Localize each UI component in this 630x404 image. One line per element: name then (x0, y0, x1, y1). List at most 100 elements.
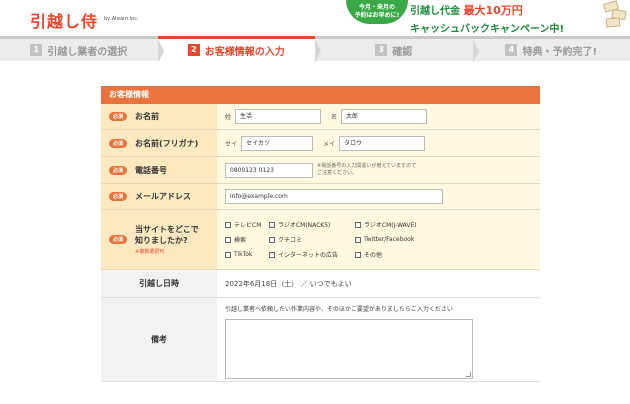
multi-select-note: ※複数選択可 (135, 249, 165, 255)
checkbox-box[interactable] (225, 251, 231, 258)
cash-bills-icon (602, 0, 630, 30)
row-field: 0800123 0123 ※電話番号の入力間違いが増えていますので ご注意くださ… (217, 157, 540, 183)
row-field: セイ セイカツ メイ タロウ (217, 130, 540, 156)
row-source: 必須 当サイトをどこで 知りましたか? ※複数選択可 テレビCM ラジオCM(N… (101, 210, 540, 270)
checkbox-box[interactable] (269, 236, 275, 243)
step-label: お客様情報の入力 (204, 46, 285, 58)
email-input[interactable]: info@example.com (225, 189, 443, 204)
required-badge: 必須 (109, 165, 128, 175)
step-number: 3 (375, 44, 388, 56)
label-source-line1: 当サイトをどこで (135, 225, 199, 234)
checkbox-radio-nack5[interactable]: ラジオCM(NACK5) (269, 220, 355, 229)
checkbox-search[interactable]: 検索 (225, 235, 269, 244)
checkbox-box[interactable] (269, 221, 275, 228)
label-kana: お名前(フリガナ) (135, 138, 199, 148)
phone-note-line1: ※電話番号の入力間違いが増えていますので (317, 163, 416, 169)
required-badge: 必須 (109, 112, 128, 121)
promo-line1-a: 引越し代金 (410, 6, 460, 17)
checkbox-tiktok[interactable]: TikTok (225, 250, 269, 259)
promo-line1-b: 最大10万円 (463, 4, 523, 17)
checkbox-twitter-facebook[interactable]: Twitter/Facebook (355, 235, 445, 244)
resize-grip-icon[interactable] (466, 372, 471, 377)
logo-subtitle: by Ateam Inc. (104, 16, 139, 22)
row-kana: 必須 お名前(フリガナ) セイ セイカツ メイ タロウ (101, 130, 540, 157)
source-checkbox-grid: テレビCM ラジオCM(NACK5) ラジオCM(J-WAVE) 検索 クチコミ… (225, 220, 445, 259)
row-label: 備考 (101, 298, 217, 381)
label-name: お名前 (135, 112, 160, 121)
checkbox-label: TikTok (234, 251, 253, 258)
checkbox-label: クチコミ (278, 237, 303, 244)
checkbox-box[interactable] (269, 251, 275, 258)
step-3: 3 確認 (315, 39, 479, 63)
label-move-date: 引越し日時 (139, 279, 179, 288)
step-label: 特典・予約完了! (522, 46, 598, 58)
promo-badge-line1: 今月・来月の (358, 4, 395, 11)
row-field: テレビCM ラジオCM(NACK5) ラジオCM(J-WAVE) 検索 クチコミ… (217, 210, 540, 269)
label-source-line2: 知りましたか? (135, 236, 188, 245)
step-number: 1 (30, 44, 43, 56)
form-section-title: お客様情報 (101, 86, 540, 104)
row-label: 引越し日時 (101, 270, 217, 297)
required-badge: 必須 (109, 192, 128, 201)
row-name: 必須 お名前 姓 生活 名 太郎 (101, 104, 540, 130)
promo-text: 引越し代金 最大10万円 キャッシュバックキャンペーン中! (410, 2, 610, 35)
row-label: 必須 電話番号 (101, 157, 217, 183)
checkbox-label: テレビCM (234, 222, 262, 229)
first-kana-input[interactable]: タロウ (339, 135, 426, 151)
checkbox-label: 検索 (234, 237, 247, 244)
row-field: info@example.com (217, 184, 540, 209)
source-label-block: 当サイトをどこで 知りましたか? ※複数選択可 (135, 224, 199, 255)
site-header: 引越し侍 by Ateam Inc. 今月・来月の 予約はお早めに! 引越し代金… (0, 0, 630, 36)
checkbox-box[interactable] (355, 236, 361, 243)
row-move-date: 引越し日時 2022年6月18日（土） ／ いつでもよい (101, 270, 540, 298)
remarks-textarea[interactable] (225, 319, 473, 379)
promo-line1: 引越し代金 最大10万円 (410, 2, 610, 18)
checkbox-box[interactable] (225, 236, 231, 243)
checkbox-radio-jwave[interactable]: ラジオCM(J-WAVE) (355, 220, 445, 229)
row-label: 必須 メールアドレス (101, 184, 217, 209)
promo-banner[interactable]: 今月・来月の 予約はお早めに! 引越し代金 最大10万円 キャッシュバックキャン… (344, 0, 630, 35)
row-label: 必須 お名前 (101, 104, 217, 129)
row-field: 2022年6月18日（土） ／ いつでもよい (217, 270, 540, 297)
promo-badge-line2: 予約はお早めに! (354, 12, 400, 19)
site-logo[interactable]: 引越し侍 (30, 8, 98, 32)
first-name-input[interactable]: 太郎 (341, 109, 428, 124)
last-kana-prefix: セイ (225, 140, 238, 148)
step-label: 引越し業者の選択 (47, 46, 128, 58)
customer-info-form: お客様情報 必須 お名前 姓 生活 名 太郎 必須 お名前(フリガナ) セイ セ… (101, 86, 540, 382)
row-phone: 必須 電話番号 0800123 0123 ※電話番号の入力間違いが増えていますの… (101, 157, 540, 184)
remarks-hint: 引越し業者へ依頼したい作業内容や、そのほかご要望がありましたらご入力ください (225, 306, 453, 313)
promo-line2: キャッシュバックキャンペーン中! (410, 24, 565, 35)
checkbox-box[interactable] (225, 221, 231, 228)
step-number: 4 (505, 44, 518, 56)
checkbox-other[interactable]: その他 (355, 250, 445, 259)
checkbox-word-of-mouth[interactable]: クチコミ (269, 235, 355, 244)
label-email: メールアドレス (135, 192, 192, 201)
phone-input[interactable]: 0800123 0123 (225, 162, 313, 178)
checkbox-label: ラジオCM(NACK5) (278, 222, 331, 229)
phone-note-line2: ご注意ください。 (317, 170, 358, 176)
step-4: 4 特典・予約完了! (473, 39, 630, 61)
checkbox-box[interactable] (355, 251, 361, 258)
checkbox-internet-ad[interactable]: インターネットの広告 (269, 250, 355, 259)
checkbox-tv-cm[interactable]: テレビCM (225, 220, 269, 229)
step-number: 2 (187, 44, 200, 56)
last-kana-input[interactable]: セイカツ (241, 135, 314, 151)
last-name-input[interactable]: 生活 (235, 109, 322, 124)
phone-note: ※電話番号の入力間違いが増えていますので ご注意ください。 (317, 163, 416, 177)
row-email: 必須 メールアドレス info@example.com (101, 184, 540, 210)
checkbox-box[interactable] (355, 221, 361, 228)
step-1: 1 引越し業者の選択 (0, 39, 164, 63)
last-name-prefix: 姓 (225, 114, 232, 121)
move-date-value: 2022年6月18日（土） ／ いつでもよい (225, 279, 352, 288)
step-divider (472, 39, 479, 63)
required-badge: 必須 (109, 235, 128, 244)
step-divider (315, 39, 321, 63)
progress-steps: 1 引越し業者の選択 2 お客様情報の入力 3 確認 4 特典・予約完了! (0, 36, 630, 63)
first-name-prefix: 名 (331, 114, 338, 121)
row-label: 必須 お名前(フリガナ) (101, 130, 217, 156)
row-label: 必須 当サイトをどこで 知りましたか? ※複数選択可 (101, 210, 217, 269)
checkbox-label: ラジオCM(J-WAVE) (364, 222, 417, 229)
row-field: 引越し業者へ依頼したい作業内容や、そのほかご要望がありましたらご入力ください (217, 298, 540, 381)
required-badge: 必須 (109, 138, 128, 148)
